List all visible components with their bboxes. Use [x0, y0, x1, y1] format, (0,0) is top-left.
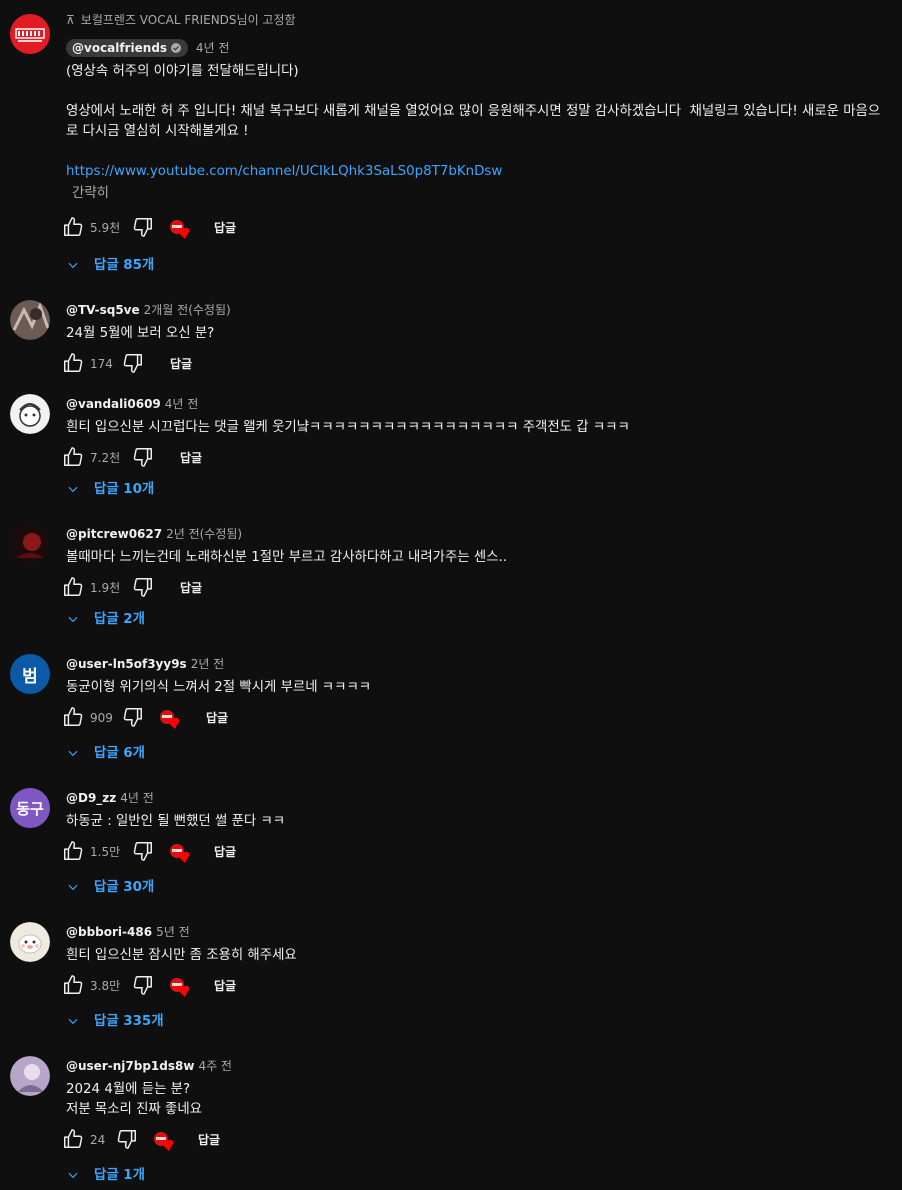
- comment-author[interactable]: @D9_zz: [66, 791, 116, 805]
- dislike-icon[interactable]: [122, 352, 144, 374]
- view-replies-button[interactable]: 답글 2개: [66, 610, 145, 630]
- creator-heart-icon: [168, 975, 192, 999]
- comment-time[interactable]: 4주 전: [198, 1059, 232, 1073]
- dislike-icon[interactable]: [132, 446, 154, 468]
- pin-icon: ⊼: [66, 13, 75, 27]
- reply-button[interactable]: 답글: [214, 976, 236, 996]
- reply-button[interactable]: 답글: [214, 842, 236, 862]
- comment-text: 동균이형 위기의식 느껴서 2절 빡시게 부르네 ㅋㅋㅋㅋ: [66, 680, 372, 695]
- comment-time[interactable]: 5년 전: [156, 925, 190, 939]
- avatar[interactable]: [10, 300, 50, 340]
- like-icon[interactable]: [62, 216, 84, 238]
- like-count: 24: [90, 1133, 106, 1147]
- like-icon[interactable]: [62, 706, 84, 728]
- avatar[interactable]: [10, 922, 50, 962]
- reply-button[interactable]: 답글: [214, 218, 236, 238]
- like-count: 909: [90, 711, 113, 725]
- reply-button[interactable]: 답글: [206, 708, 228, 728]
- view-replies-button[interactable]: 답글 85개: [66, 256, 154, 276]
- comment-text: 흰티 입으신분 잠시만 좀 조용히 해주세요: [66, 948, 297, 963]
- chevron-down-icon: [66, 880, 80, 894]
- reply-button[interactable]: 답글: [198, 1130, 220, 1150]
- dislike-icon[interactable]: [132, 840, 154, 862]
- like-count: 7.2천: [90, 451, 121, 465]
- dislike-icon[interactable]: [132, 576, 154, 598]
- like-icon[interactable]: [62, 576, 84, 598]
- comment-time[interactable]: 4년 전: [196, 41, 230, 55]
- reply-button[interactable]: 답글: [180, 578, 202, 598]
- comment-author[interactable]: @bbbori-486: [66, 925, 152, 939]
- creator-heart-icon: [168, 841, 192, 865]
- like-count: 1.9천: [90, 581, 121, 595]
- avatar[interactable]: 동구: [10, 788, 50, 828]
- comment-author[interactable]: @TV-sq5ve: [66, 303, 140, 317]
- verified-icon: [171, 43, 182, 53]
- dislike-icon[interactable]: [122, 706, 144, 728]
- avatar[interactable]: [10, 14, 50, 54]
- comment-time[interactable]: 4년 전: [165, 397, 199, 411]
- view-replies-button[interactable]: 답글 1개: [66, 1166, 145, 1186]
- reply-button[interactable]: 답글: [170, 354, 192, 374]
- creator-heart-icon: [168, 217, 192, 241]
- avatar[interactable]: [10, 394, 50, 434]
- comment-text: 흰티 입으신분 시끄럽다는 댓글 왤케 웃기냨ㅋㅋㅋㅋㅋㅋㅋㅋㅋㅋㅋㅋㅋㅋㅋㅋㅋ…: [66, 420, 630, 435]
- comment-text: 2024 4월에 듣는 분? 저분 목소리 진짜 좋네요: [66, 1082, 202, 1117]
- like-count: 5.9천: [90, 221, 121, 235]
- comment-author[interactable]: @vocalfriends: [66, 39, 189, 57]
- creator-heart-icon: [158, 707, 182, 731]
- comment-author[interactable]: @pitcrew0627: [66, 527, 162, 541]
- like-icon[interactable]: [62, 840, 84, 862]
- comment-time[interactable]: 2년 전(수정됨): [166, 527, 242, 541]
- chevron-down-icon: [66, 258, 80, 272]
- comment-author[interactable]: @user-ln5of3yy9s: [66, 657, 187, 671]
- chevron-down-icon: [66, 1168, 80, 1182]
- view-replies-button[interactable]: 답글 30개: [66, 878, 154, 898]
- chevron-down-icon: [66, 612, 80, 626]
- show-less-button[interactable]: 간략히: [72, 186, 109, 201]
- dislike-icon[interactable]: [116, 1128, 138, 1150]
- like-icon[interactable]: [62, 1128, 84, 1150]
- like-icon[interactable]: [62, 974, 84, 996]
- comment-time[interactable]: 4년 전: [120, 791, 154, 805]
- chevron-down-icon: [66, 482, 80, 496]
- view-replies-button[interactable]: 답글 6개: [66, 744, 145, 764]
- like-count: 3.8만: [90, 979, 121, 993]
- chevron-down-icon: [66, 746, 80, 760]
- comment-author[interactable]: @vandali0609: [66, 397, 161, 411]
- comment-text: 하동균 : 일반인 될 뻔했던 썰 푼다 ㅋㅋ: [66, 814, 286, 829]
- avatar[interactable]: [10, 524, 50, 564]
- view-replies-button[interactable]: 답글 335개: [66, 1012, 164, 1032]
- avatar[interactable]: [10, 1056, 50, 1096]
- like-icon[interactable]: [62, 352, 84, 374]
- dislike-icon[interactable]: [132, 974, 154, 996]
- comment-text: 볼때마다 느끼는건데 노래하신분 1절만 부르고 감사하다하고 내려가주는 센스…: [66, 550, 508, 565]
- view-replies-button[interactable]: 답글 10개: [66, 480, 154, 500]
- comment-author[interactable]: @user-nj7bp1ds8w: [66, 1059, 194, 1073]
- channel-link[interactable]: https://www.youtube.com/channel/UCIkLQhk…: [66, 162, 892, 182]
- pinned-label: ⊼ 보컬프렌즈 VOCAL FRIENDS님이 고정함: [66, 13, 296, 27]
- chevron-down-icon: [66, 1014, 80, 1028]
- creator-heart-icon: [152, 1129, 176, 1153]
- reply-button[interactable]: 답글: [180, 448, 202, 468]
- avatar[interactable]: 범: [10, 654, 50, 694]
- comment-text: (영상속 허주의 이야기를 전달해드립니다) 영상에서 노래한 허 주 입니다!…: [66, 64, 881, 139]
- comment-time[interactable]: 2개월 전(수정됨): [144, 303, 231, 317]
- comment-time[interactable]: 2년 전: [191, 657, 225, 671]
- like-icon[interactable]: [62, 446, 84, 468]
- like-count: 1.5만: [90, 845, 121, 859]
- comment-text: 24월 5월에 보러 오신 분?: [66, 326, 215, 341]
- dislike-icon[interactable]: [132, 216, 154, 238]
- like-count: 174: [90, 357, 113, 371]
